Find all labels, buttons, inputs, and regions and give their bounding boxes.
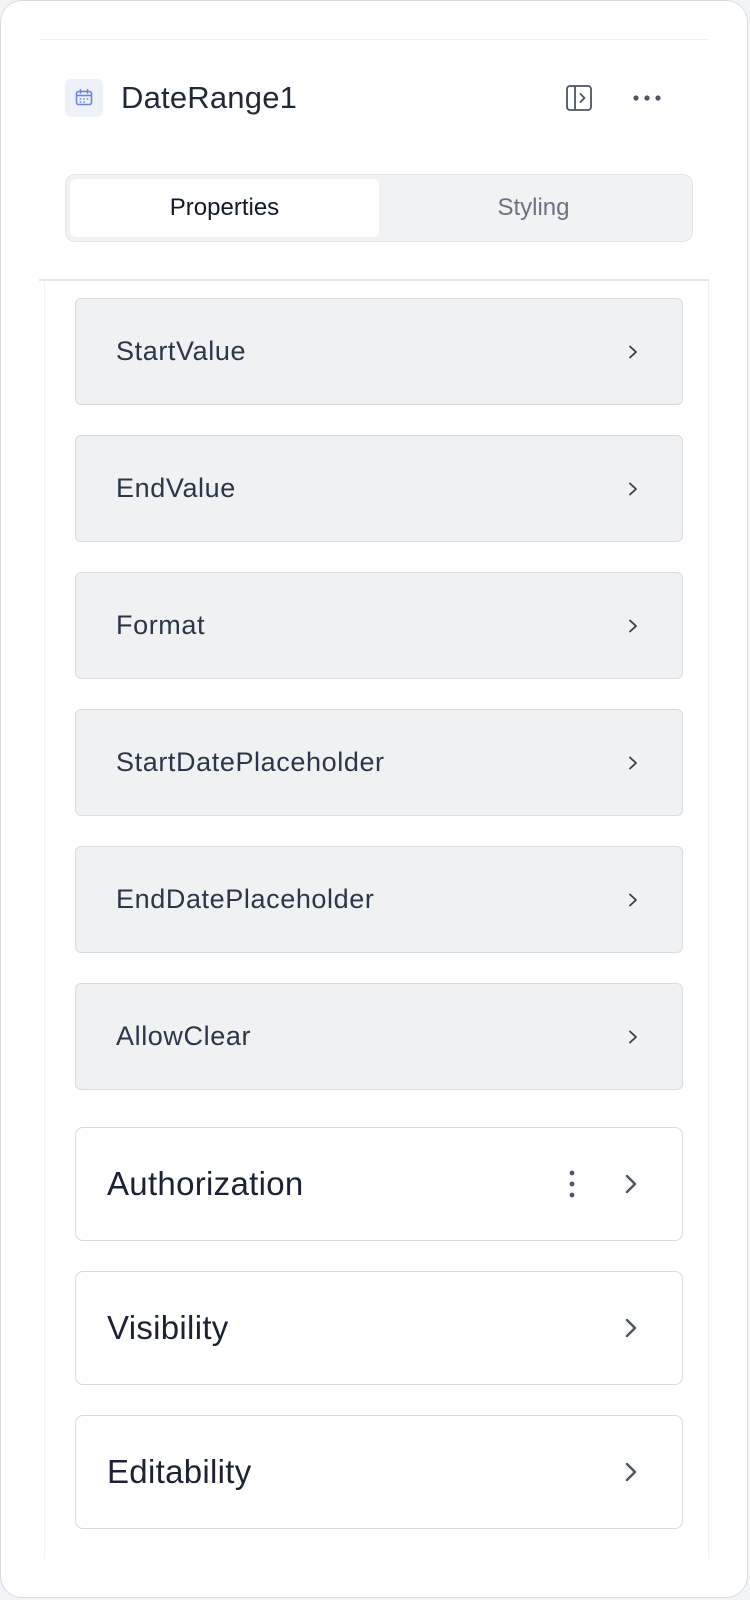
chevron-right-icon: [624, 754, 642, 772]
property-row-enddateplaceholder[interactable]: EndDatePlaceholder: [75, 846, 683, 953]
property-label: AllowClear: [116, 1021, 252, 1051]
section-list: Authorization Visibility Editability: [75, 1127, 683, 1559]
property-row-endvalue[interactable]: EndValue: [75, 435, 683, 542]
property-row-startdateplaceholder[interactable]: StartDatePlaceholder: [75, 709, 683, 816]
section-label: Authorization: [107, 1165, 304, 1202]
tab-bar: Properties Styling: [65, 174, 693, 242]
top-divider: [39, 39, 709, 40]
section-label: Visibility: [107, 1309, 229, 1346]
property-label: EndDatePlaceholder: [116, 884, 375, 914]
property-row-allowclear[interactable]: AllowClear: [75, 983, 683, 1090]
property-label: StartValue: [116, 336, 247, 366]
component-name[interactable]: DateRange1: [121, 80, 297, 116]
tab-styling[interactable]: Styling: [379, 179, 688, 237]
property-row-startvalue[interactable]: StartValue: [75, 298, 683, 405]
calendar-icon: [65, 79, 103, 117]
chevron-right-icon: [624, 480, 642, 498]
header-divider: [39, 279, 709, 281]
scroll-area-edge-right: [708, 281, 709, 1559]
inspector-panel: DateRange1 Properties Styling StartValue…: [0, 0, 748, 1598]
chevron-right-icon: [620, 1313, 642, 1343]
chevron-right-icon: [624, 617, 642, 635]
property-label: EndValue: [116, 473, 236, 503]
more-horizontal-icon[interactable]: [631, 82, 663, 114]
section-authorization[interactable]: Authorization: [75, 1127, 683, 1241]
section-visibility[interactable]: Visibility: [75, 1271, 683, 1385]
property-row-format[interactable]: Format: [75, 572, 683, 679]
chevron-right-icon: [624, 343, 642, 361]
chevron-right-icon: [620, 1457, 642, 1487]
section-editability[interactable]: Editability: [75, 1415, 683, 1529]
chevron-right-icon: [624, 1028, 642, 1046]
scroll-area-edge-left: [44, 281, 45, 1559]
property-label: Format: [116, 610, 206, 640]
tab-properties[interactable]: Properties: [70, 179, 379, 237]
chevron-right-icon: [620, 1169, 642, 1199]
property-label: StartDatePlaceholder: [116, 747, 385, 777]
panel-collapse-icon[interactable]: [563, 82, 595, 114]
more-vertical-icon[interactable]: [562, 1167, 582, 1201]
property-list: StartValue EndValue Format StartDatePlac…: [75, 298, 683, 1120]
section-label: Editability: [107, 1453, 252, 1490]
panel-header: DateRange1: [65, 78, 663, 118]
chevron-right-icon: [624, 891, 642, 909]
